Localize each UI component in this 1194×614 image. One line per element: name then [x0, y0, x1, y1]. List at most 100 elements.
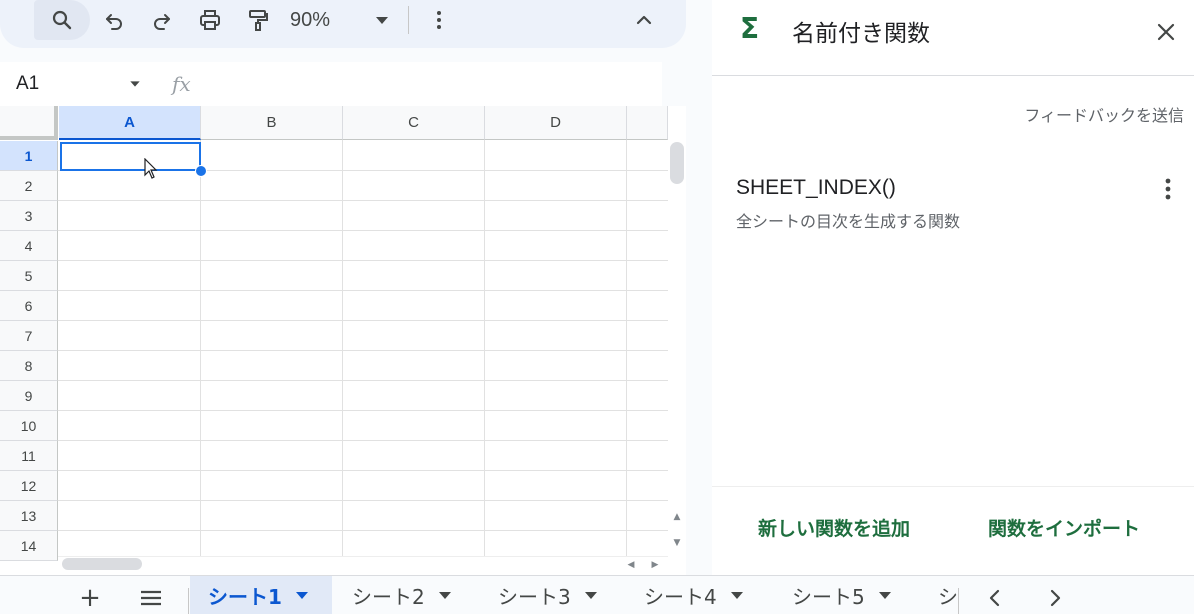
all-sheets-button[interactable]	[138, 584, 164, 612]
panel-title: 名前付き関数	[792, 21, 930, 47]
fx-icon: fx	[172, 72, 191, 96]
more-options-button[interactable]	[424, 0, 454, 40]
vertical-scrollbar-thumb[interactable]	[670, 142, 684, 184]
paint-format-icon	[249, 10, 268, 31]
redo-icon	[154, 14, 170, 30]
panel-header: Σ 名前付き関数	[712, 0, 1194, 76]
grid-line	[58, 380, 668, 381]
row-header-7[interactable]: 7	[0, 321, 58, 351]
paint-format-button[interactable]	[240, 0, 276, 40]
print-icon	[200, 10, 220, 30]
vertical-scrollbar[interactable]	[668, 140, 686, 540]
column-header-b[interactable]: B	[201, 106, 343, 140]
row-header-2[interactable]: 2	[0, 171, 58, 201]
row-header-4[interactable]: 4	[0, 231, 58, 261]
select-all-corner[interactable]	[0, 106, 58, 140]
chevron-right-icon	[1050, 589, 1061, 607]
close-icon	[1157, 23, 1175, 41]
row-header-3[interactable]: 3	[0, 201, 58, 231]
undo-button[interactable]	[96, 0, 132, 40]
formula-input[interactable]	[212, 62, 662, 106]
fill-handle[interactable]	[195, 165, 207, 177]
scroll-tabs-right-button[interactable]	[1042, 584, 1068, 612]
grid-line	[58, 290, 668, 291]
selected-cell-a1[interactable]	[60, 142, 201, 171]
spreadsheet-app: 90% A1 fx A B C D 1 2 3 4 5 6 7 8 9 10 1…	[0, 0, 1194, 614]
grid-line	[58, 350, 668, 351]
add-sheet-button[interactable]: +	[78, 583, 102, 613]
sheet-tab-3[interactable]: シート3	[480, 576, 620, 614]
row-header-5[interactable]: 5	[0, 261, 58, 291]
row-header-10[interactable]: 10	[0, 411, 58, 441]
sheet-tab-label: シート5	[792, 585, 865, 609]
function-name[interactable]: SHEET_INDEX()	[736, 176, 896, 200]
close-panel-button[interactable]	[1152, 18, 1180, 46]
grid-line	[626, 140, 627, 556]
row-header-9[interactable]: 9	[0, 381, 58, 411]
row-header-6[interactable]: 6	[0, 291, 58, 321]
dropdown-caret-icon	[730, 592, 743, 599]
scroll-tabs-left-button[interactable]	[982, 584, 1008, 612]
sheet-tab-bar: + シート1 シート2 シート3 シート4 シート5 シ	[0, 575, 1194, 614]
sheet-tab-4[interactable]: シート4	[626, 576, 766, 614]
column-header-d[interactable]: D	[485, 106, 627, 140]
sheet-tab-label: シ	[938, 585, 958, 609]
sheet-tab-2[interactable]: シート2	[334, 576, 474, 614]
sheet-tab-label: シート1	[208, 585, 282, 609]
row-header-8[interactable]: 8	[0, 351, 58, 381]
sheet-tab-5[interactable]: シート5	[774, 576, 914, 614]
menu-icon	[141, 590, 161, 606]
more-vert-icon	[1165, 178, 1171, 200]
row-header-13[interactable]: 13	[0, 501, 58, 531]
column-header-a[interactable]: A	[59, 106, 201, 140]
toolbar: 90%	[0, 0, 686, 48]
dropdown-caret-icon	[376, 17, 388, 24]
sheet-tab-1[interactable]: シート1	[190, 576, 332, 614]
column-header-c[interactable]: C	[343, 106, 485, 140]
chevron-left-icon	[989, 589, 1000, 607]
search-button[interactable]	[34, 0, 90, 40]
tab-divider	[958, 588, 959, 614]
grid-line	[58, 530, 668, 531]
print-button[interactable]	[192, 0, 228, 40]
dropdown-caret-icon	[438, 592, 451, 599]
toolbar-divider	[408, 6, 409, 34]
sigma-icon: Σ	[740, 12, 760, 45]
dropdown-caret-icon	[295, 592, 308, 599]
grid-line	[200, 140, 201, 556]
redo-button[interactable]	[144, 0, 180, 40]
scroll-down-arrow-icon[interactable]: ▼	[668, 534, 686, 552]
zoom-value[interactable]: 90%	[290, 0, 354, 40]
grid-line	[58, 260, 668, 261]
grid-line	[58, 200, 668, 201]
scroll-up-arrow-icon[interactable]: ▲	[668, 508, 686, 526]
sheet-tab-label: シート3	[498, 585, 571, 609]
row-header-1[interactable]: 1	[0, 141, 58, 171]
scroll-right-arrow-icon[interactable]: ▶	[646, 556, 664, 574]
horizontal-scrollbar[interactable]	[58, 556, 668, 574]
column-header-e[interactable]	[627, 106, 668, 140]
row-header-14[interactable]: 14	[0, 531, 58, 561]
grid-line	[58, 470, 668, 471]
add-new-function-button[interactable]: 新しい関数を追加	[758, 514, 910, 541]
row-header-12[interactable]: 12	[0, 471, 58, 501]
more-vert-icon	[437, 11, 441, 29]
dropdown-caret-icon	[584, 592, 597, 599]
horizontal-scrollbar-thumb[interactable]	[62, 558, 142, 570]
grid-line	[342, 140, 343, 556]
row-header-11[interactable]: 11	[0, 441, 58, 471]
scroll-left-arrow-icon[interactable]: ◀	[622, 556, 640, 574]
search-icon	[52, 10, 72, 30]
zoom-dropdown-button[interactable]	[368, 0, 396, 40]
import-function-button[interactable]: 関数をインポート	[988, 514, 1140, 541]
spreadsheet-grid[interactable]: A B C D 1 2 3 4 5 6 7 8 9 10 11 12 13 14	[0, 106, 686, 575]
grid-line	[58, 500, 668, 501]
sheet-tab-6[interactable]: シ	[920, 576, 958, 614]
collapse-menu-button[interactable]	[626, 0, 662, 40]
function-options-button[interactable]	[1158, 176, 1178, 202]
grid-line	[58, 230, 668, 231]
send-feedback-link[interactable]: フィードバックを送信	[1024, 102, 1184, 126]
name-box-dropdown-button[interactable]	[124, 62, 146, 106]
dropdown-caret-icon	[878, 592, 891, 599]
sheet-tab-label: シート2	[352, 585, 425, 609]
